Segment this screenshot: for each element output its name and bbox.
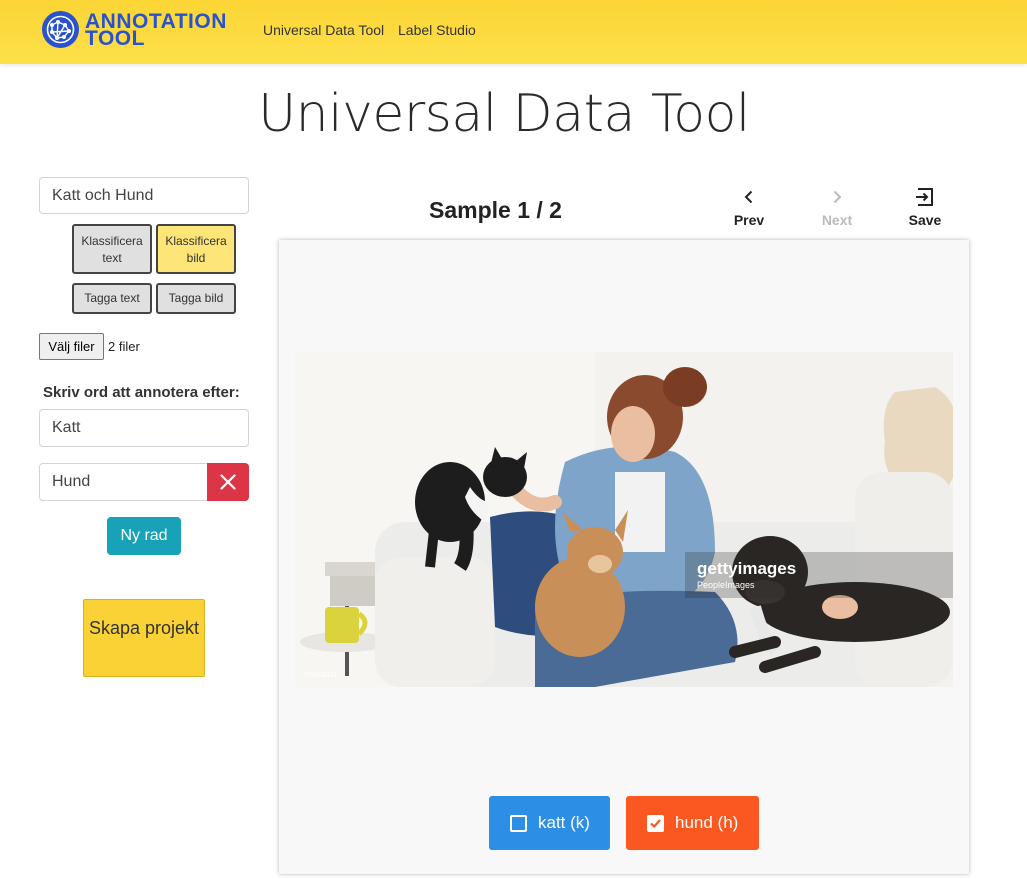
new-row-button[interactable]: Ny rad: [107, 517, 181, 555]
sample-title: Sample 1 / 2: [429, 197, 562, 223]
brand[interactable]: ANNOTATION TOOL: [42, 11, 227, 49]
prev-button[interactable]: Prev: [724, 182, 774, 228]
brand-logo-icon: [42, 11, 79, 48]
project-name-input[interactable]: Katt och Hund: [39, 177, 249, 214]
classify-image-button[interactable]: Klassificera bild: [156, 224, 236, 274]
exit-icon: [916, 188, 933, 206]
labels-heading: Skriv ord att annotera efter:: [43, 384, 240, 401]
choose-files-button[interactable]: Välj filer: [39, 333, 104, 360]
sample-image: gettyimages PeopleImages 499806311: [295, 352, 953, 687]
choice-katt[interactable]: katt (k): [489, 796, 610, 850]
brand-text: ANNOTATION TOOL: [85, 11, 227, 49]
nav-link-label-studio[interactable]: Label Studio: [398, 22, 476, 38]
tag-image-button[interactable]: Tagga bild: [156, 283, 236, 314]
classify-text-button[interactable]: Klassificera text: [72, 224, 152, 274]
label-input-hund[interactable]: Hund: [39, 463, 208, 501]
next-button[interactable]: Next: [812, 182, 862, 228]
delete-row-button[interactable]: [207, 463, 249, 501]
next-label: Next: [821, 212, 853, 228]
choice-hund[interactable]: hund (h): [626, 796, 759, 850]
save-button[interactable]: Save: [900, 182, 950, 228]
prev-label: Prev: [733, 212, 765, 228]
sample-panel: gettyimages PeopleImages 499806311 katt …: [279, 240, 969, 874]
chevron-left-icon: [744, 190, 753, 204]
watermark-credit: PeopleImages: [697, 580, 755, 590]
tag-text-button[interactable]: Tagga text: [72, 283, 152, 314]
watermark-text: gettyimages: [697, 559, 796, 578]
file-status: 2 filer: [108, 339, 140, 354]
top-navbar: ANNOTATION TOOL Universal Data Tool Labe…: [0, 0, 1027, 64]
choice-katt-label: katt (k): [538, 813, 590, 832]
chevron-right-icon: [833, 190, 842, 204]
choice-hund-label: hund (h): [675, 813, 739, 832]
close-icon: [220, 474, 236, 490]
nav-link-universal-data-tool[interactable]: Universal Data Tool: [263, 22, 384, 38]
label-input-katt[interactable]: Katt: [39, 409, 249, 447]
create-project-button[interactable]: Skapa projekt: [83, 599, 205, 677]
checkbox-checked-icon: [647, 814, 664, 832]
checkbox-unchecked-icon: [510, 814, 527, 832]
page-title: Universal Data Tool: [258, 84, 750, 144]
save-label: Save: [908, 212, 942, 228]
image-id: 499806311: [303, 672, 338, 679]
